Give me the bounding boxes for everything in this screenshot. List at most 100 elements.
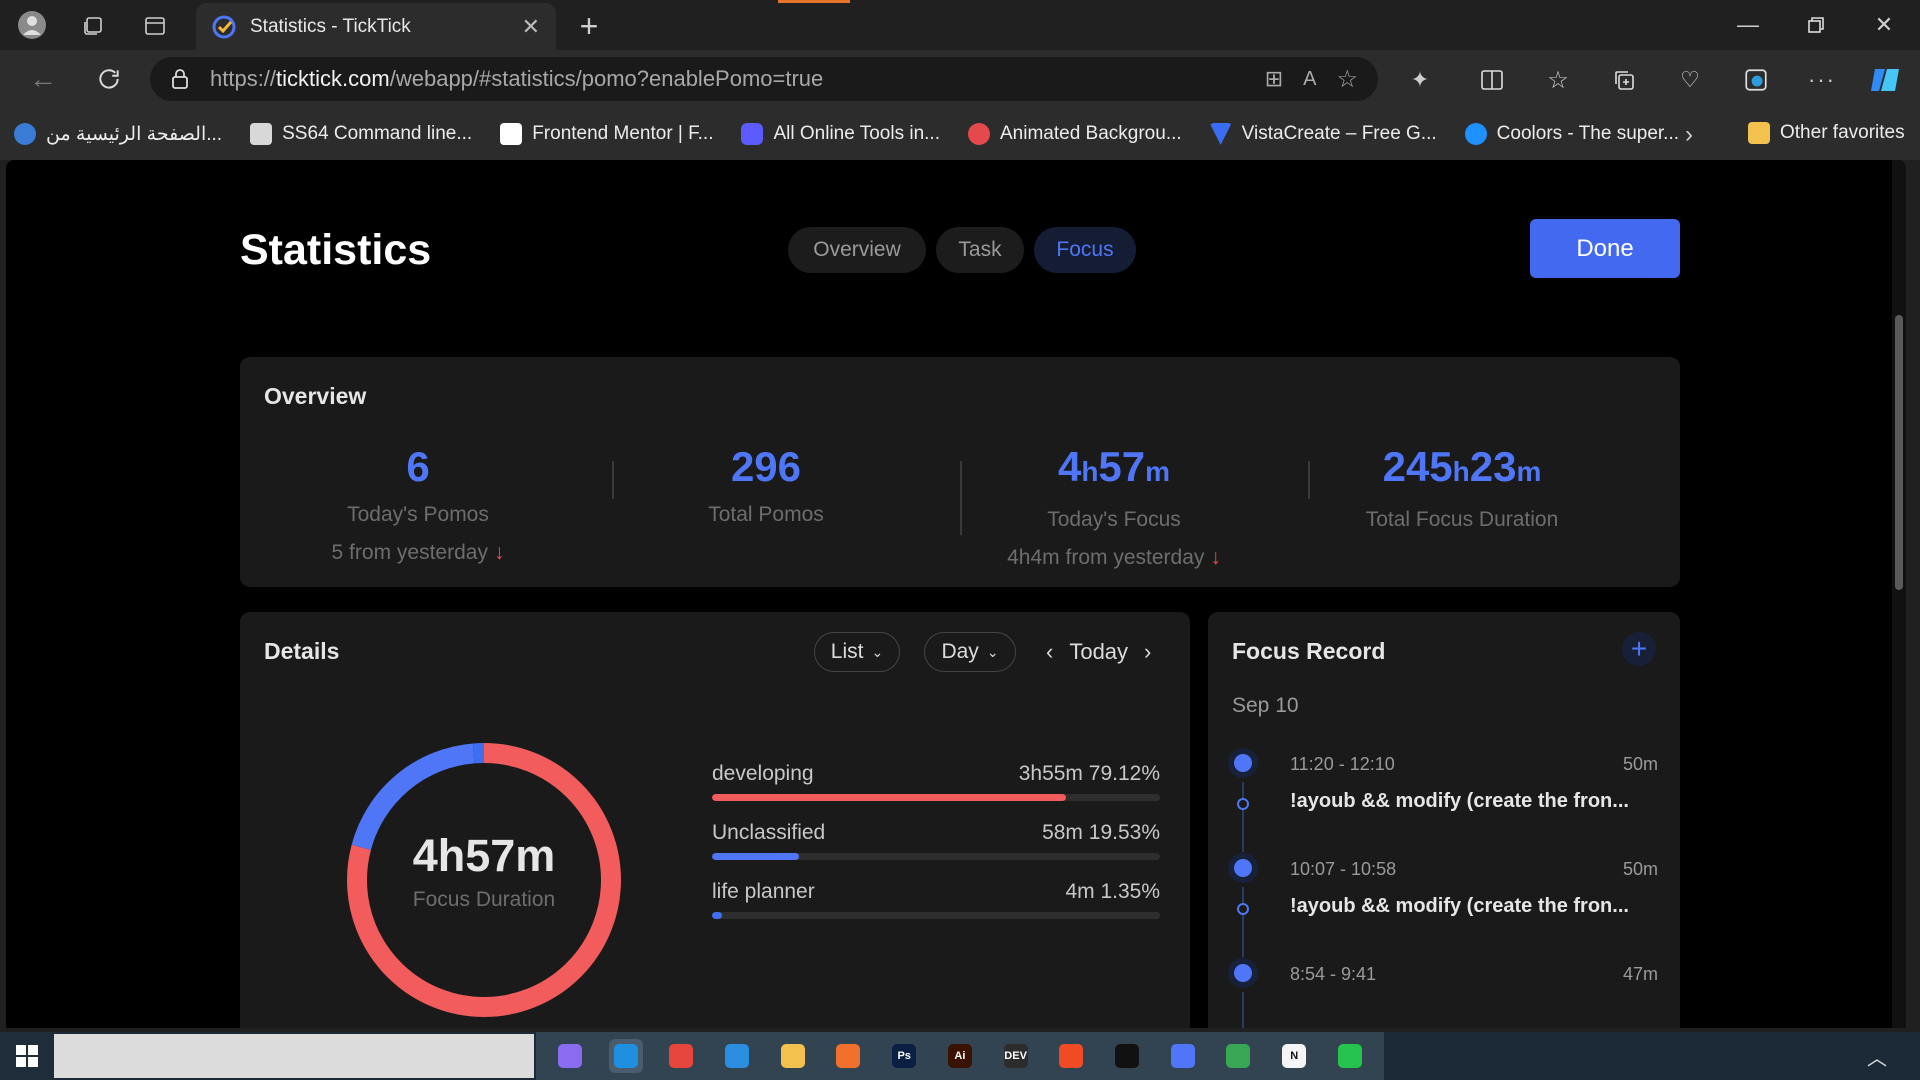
bookmark-item[interactable]: Coolors - The super...: [1464, 123, 1679, 145]
bookmark-item[interactable]: VistaCreate – Free G...: [1209, 123, 1437, 145]
notion-icon[interactable]: N: [1277, 1039, 1311, 1073]
view-select[interactable]: List ⌄: [814, 632, 900, 672]
edge-icon[interactable]: [608, 1039, 643, 1073]
read-aloud-icon[interactable]: A: [1303, 68, 1316, 91]
favorites-icon[interactable]: ☆: [1540, 62, 1576, 98]
timeline-line: [1242, 782, 1244, 852]
photoshop-icon[interactable]: Ps: [887, 1039, 921, 1073]
bookmark-item[interactable]: SS64 Command line...: [250, 123, 472, 145]
ticktick-icon-glyph: [1170, 1044, 1195, 1068]
add-record-button[interactable]: +: [1622, 632, 1656, 666]
bookmark-item[interactable]: All Online Tools in...: [741, 123, 940, 145]
category-row[interactable]: developing 3h55m 79.12%: [712, 762, 1160, 801]
show-hidden-icons-icon[interactable]: ︿: [1854, 1032, 1900, 1080]
app-available-icon[interactable]: ⊞: [1265, 66, 1283, 92]
file-explorer-icon[interactable]: [776, 1039, 810, 1073]
workspaces-icon[interactable]: [76, 10, 110, 42]
restore-icon[interactable]: [1782, 0, 1850, 50]
range-select[interactable]: Day ⌄: [924, 632, 1016, 672]
chrome-icon[interactable]: [664, 1039, 698, 1073]
focus-record-title: Focus Record: [1232, 638, 1386, 664]
animated-bg-icon: [968, 123, 990, 145]
whatsapp-icon[interactable]: [1333, 1039, 1367, 1073]
tab-overview[interactable]: Overview: [788, 227, 926, 273]
chevron-right-icon[interactable]: ›: [1672, 118, 1706, 152]
chevron-right-icon[interactable]: ›: [1144, 639, 1151, 665]
browser-chrome: Statistics - TickTick ✕ + — ✕ ← https://…: [0, 0, 1920, 160]
close-window-icon[interactable]: ✕: [1850, 0, 1918, 50]
focus-record-card: Focus Record + Sep 10 11:20 - 12:10 50m …: [1208, 612, 1680, 1028]
extensions-icon[interactable]: ✦: [1402, 62, 1438, 98]
pomo-icon: [1228, 853, 1258, 883]
category-name: life planner: [712, 880, 815, 903]
profile-icon[interactable]: [14, 8, 50, 42]
back-icon[interactable]: ←: [24, 60, 62, 98]
refresh-icon[interactable]: [90, 60, 128, 98]
tab-strip: Statistics - TickTick ✕ + — ✕: [0, 0, 1920, 50]
timeline-node: [1237, 903, 1249, 915]
minimize-icon[interactable]: —: [1714, 0, 1782, 50]
illustrator-icon[interactable]: Ai: [943, 1039, 977, 1073]
more-options-icon[interactable]: ···: [1804, 62, 1840, 98]
coolors-icon: [1464, 123, 1487, 145]
copilot-icon[interactable]: [553, 1039, 587, 1073]
timeline-node: [1237, 798, 1249, 810]
start-button[interactable]: [0, 1032, 54, 1080]
category-row[interactable]: Unclassified 58m 19.53%: [712, 821, 1160, 860]
taskbar-search[interactable]: [54, 1034, 534, 1078]
browser-essentials-icon[interactable]: ♡: [1672, 62, 1708, 98]
category-row[interactable]: life planner 4m 1.35%: [712, 880, 1160, 919]
notion-icon-glyph: N: [1282, 1044, 1307, 1068]
copilot-icon[interactable]: [1866, 60, 1906, 100]
vertical-tabs-icon[interactable]: [138, 10, 172, 42]
tab-focus[interactable]: Focus: [1034, 227, 1136, 273]
address-bar[interactable]: https://ticktick.com/webapp/#statistics/…: [150, 57, 1378, 101]
copilot-icon-glyph: [557, 1044, 582, 1068]
stat-label: Total Pomos: [708, 503, 824, 526]
page-scrollbar[interactable]: [1892, 160, 1906, 1028]
ticktick-favicon-icon: [212, 15, 236, 38]
stat-value: 245h23m: [1382, 443, 1542, 490]
tab-title: Statistics - TickTick: [250, 15, 411, 37]
capcut-icon[interactable]: [1110, 1039, 1144, 1073]
vscode-icon[interactable]: [720, 1039, 754, 1073]
active-tab[interactable]: Statistics - TickTick ✕: [196, 3, 556, 50]
dev-icon[interactable]: DEV: [999, 1039, 1033, 1073]
scrollbar-thumb[interactable]: [1895, 315, 1903, 590]
whatsapp-icon-glyph: [1337, 1044, 1362, 1068]
brave-icon[interactable]: [1054, 1039, 1088, 1073]
firefox-icon[interactable]: [831, 1039, 865, 1073]
close-tab-icon[interactable]: ✕: [522, 14, 540, 40]
ticktick-statistics-page: Statistics Overview Task Focus Done Over…: [6, 160, 1906, 1028]
timeline-line: [1242, 887, 1244, 957]
record-time: 8:54 - 9:41: [1290, 964, 1377, 984]
file-explorer-icon-glyph: [780, 1044, 805, 1068]
online-tools-icon: [741, 123, 764, 145]
edge-bar-icon[interactable]: [1738, 62, 1774, 98]
collections-icon[interactable]: [1606, 62, 1642, 98]
period-label[interactable]: Today: [1069, 639, 1128, 665]
chrome-profile-icon[interactable]: [1221, 1039, 1255, 1073]
split-screen-icon[interactable]: [1474, 62, 1510, 98]
overview-title: Overview: [264, 383, 367, 409]
url-text[interactable]: https://ticktick.com/webapp/#statistics/…: [210, 66, 1245, 92]
tab-task[interactable]: Task: [936, 227, 1024, 273]
overview-card: Overview 6 Today's Pomos 5 from yesterda…: [240, 357, 1680, 587]
new-tab-icon[interactable]: +: [568, 6, 610, 46]
chevron-down-icon: ⌄: [871, 643, 884, 660]
lock-icon[interactable]: [170, 68, 190, 90]
bookmark-item[interactable]: Animated Backgrou...: [968, 123, 1182, 145]
arrow-down-icon: ↓: [1210, 546, 1221, 569]
chevron-down-icon: ⌄: [986, 643, 999, 660]
done-button[interactable]: Done: [1530, 219, 1680, 278]
ticktick-icon[interactable]: [1166, 1039, 1200, 1073]
stat-total-focus-duration: 245h23m Total Focus Duration: [1288, 443, 1636, 532]
chevron-left-icon[interactable]: ‹: [1046, 639, 1053, 665]
favorite-star-icon[interactable]: ☆: [1336, 65, 1358, 94]
other-favorites[interactable]: Other favorites: [1748, 122, 1905, 144]
chrome-icon-glyph: [669, 1044, 694, 1068]
bookmark-item[interactable]: الصفحة الرئيسية من...: [14, 123, 222, 146]
navigation-bar: ← https://ticktick.com/webapp/#statistic…: [0, 50, 1920, 108]
category-name: developing: [712, 762, 814, 785]
bookmark-item[interactable]: Frontend Mentor | F...: [500, 123, 713, 145]
